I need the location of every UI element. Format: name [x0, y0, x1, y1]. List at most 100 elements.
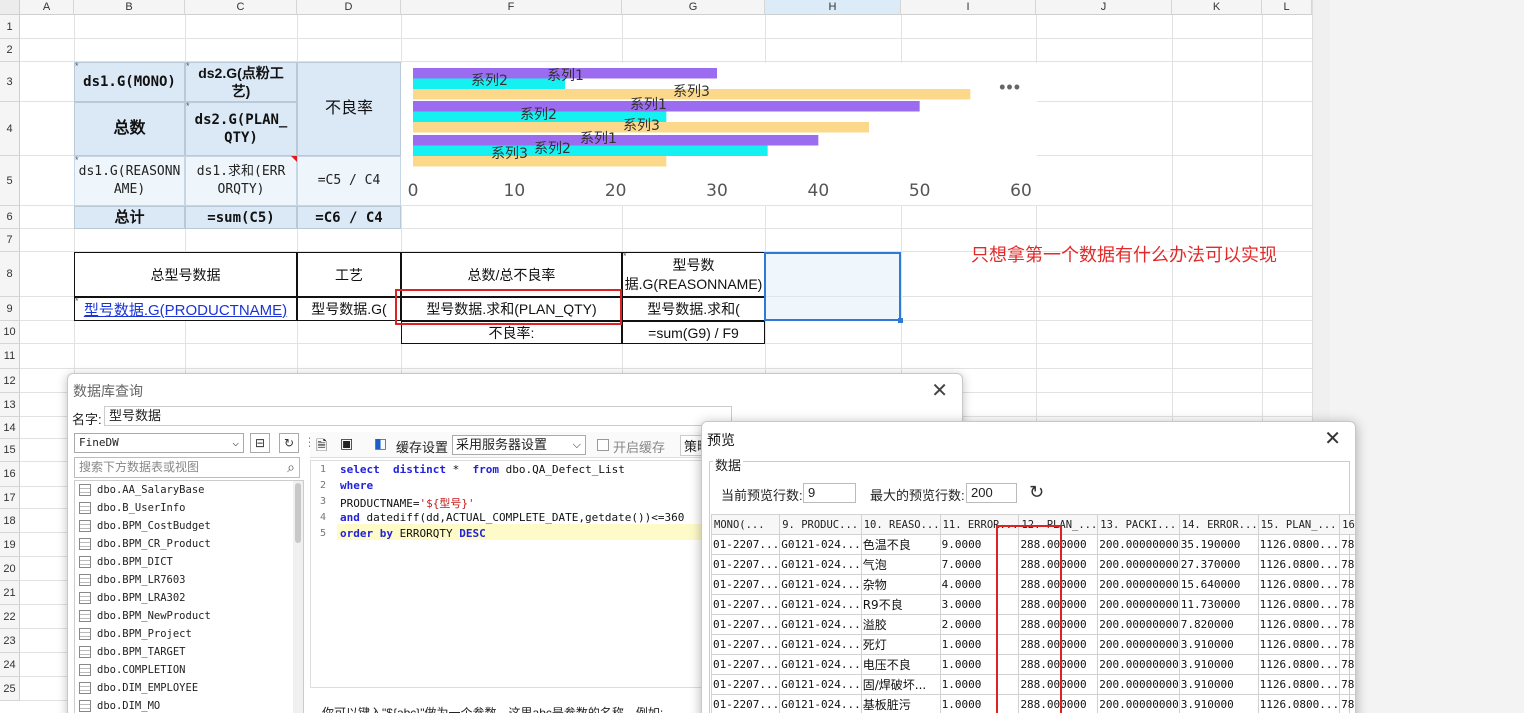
grid-column-header[interactable]: 13. PACKI...: [1097, 514, 1180, 535]
row-header[interactable]: 3: [0, 62, 20, 102]
preview-icon[interactable]: 🗎: [316, 435, 327, 459]
save-icon[interactable]: ▣: [340, 435, 353, 452]
grid-cell[interactable]: 200.00000000: [1097, 614, 1180, 635]
cell-d5[interactable]: =C5 / C4: [297, 156, 401, 206]
row-header[interactable]: 21: [0, 581, 20, 605]
grid-cell[interactable]: 782.0000: [1339, 554, 1355, 575]
row-header[interactable]: 13: [0, 393, 20, 417]
bar-系列3-2[interactable]: [413, 156, 667, 167]
grid-cell[interactable]: G0121-024...: [779, 574, 862, 595]
grid-cell[interactable]: 3.910000: [1178, 654, 1259, 675]
cache-setting-label[interactable]: 缓存设置: [396, 437, 448, 456]
grid-cell[interactable]: 01-2207...: [710, 614, 781, 635]
grid-cell[interactable]: 782.0000: [1339, 614, 1355, 635]
column-header[interactable]: D: [297, 0, 401, 15]
cell-c6[interactable]: =sum(C5): [185, 206, 297, 229]
grid-cell[interactable]: 782.0000: [1339, 594, 1355, 615]
grid-cell[interactable]: 01-2207...: [710, 574, 781, 595]
grid-cell[interactable]: 200.00000000: [1097, 534, 1180, 555]
cache-mode-select[interactable]: 采用服务器设置 ⌵: [452, 435, 586, 455]
column-header[interactable]: I: [901, 0, 1036, 15]
row-header[interactable]: 10: [0, 321, 20, 344]
grid-cell[interactable]: 782.0000: [1339, 534, 1355, 555]
grid-cell[interactable]: 01-2207...: [710, 634, 781, 655]
table-list-item[interactable]: dbo.BPM_CR_Product: [75, 535, 303, 553]
cell-d8[interactable]: 工艺: [297, 252, 401, 297]
grid-cell[interactable]: 01-2207...: [710, 654, 781, 675]
grid-cell[interactable]: 01-2207...: [710, 694, 781, 713]
grid-column-header[interactable]: 14. ERROR...: [1178, 514, 1259, 535]
refresh-icon[interactable]: ↻: [279, 433, 299, 453]
grid-cell[interactable]: 1126.0800...: [1257, 614, 1341, 635]
cell-b9-link[interactable]: 型号数据.G(PRODUCTNAME): [84, 299, 287, 320]
row-header[interactable]: 1: [0, 15, 20, 39]
table-list-item[interactable]: dbo.BPM_TARGET: [75, 643, 303, 661]
datasource-select[interactable]: FineDW ⌵: [74, 433, 244, 453]
grid-cell[interactable]: 1126.0800...: [1257, 674, 1341, 695]
grid-column-header[interactable]: 15. PLAN_...: [1257, 514, 1341, 535]
grid-cell[interactable]: 1126.0800...: [1257, 694, 1341, 713]
grid-cell[interactable]: 782.0000: [1339, 674, 1355, 695]
grid-cell[interactable]: G0121-024...: [779, 634, 862, 655]
row-header[interactable]: 25: [0, 677, 20, 701]
grid-cell[interactable]: 7.820000: [1178, 614, 1259, 635]
grid-cell[interactable]: 1126.0800...: [1257, 534, 1341, 555]
grid-cell[interactable]: 11.730000: [1178, 594, 1259, 615]
cell-c3[interactable]: ds2.G(点粉工艺): [185, 62, 297, 102]
grid-cell[interactable]: G0121-024...: [779, 594, 862, 615]
grid-cell[interactable]: 3.910000: [1178, 634, 1259, 655]
bar-系列2-2[interactable]: [413, 145, 768, 157]
row-header[interactable]: 23: [0, 629, 20, 653]
grid-cell[interactable]: 200.00000000: [1097, 654, 1180, 675]
row-header[interactable]: 6: [0, 206, 20, 229]
grid-cell[interactable]: 35.190000: [1178, 534, 1259, 555]
cell-b6[interactable]: 总计: [74, 206, 185, 229]
cache-icon[interactable]: ◧: [374, 435, 387, 452]
grid-cell[interactable]: G0121-024...: [779, 534, 862, 555]
close-icon[interactable]: ✕: [1324, 426, 1341, 451]
column-header[interactable]: J: [1036, 0, 1172, 15]
row-header[interactable]: 19: [0, 533, 20, 557]
grid-cell[interactable]: 1126.0800...: [1257, 634, 1341, 655]
table-list-item[interactable]: dbo.BPM_DICT: [75, 553, 303, 571]
grid-cell[interactable]: 01-2207...: [710, 534, 781, 555]
bar-chart[interactable]: 系列1 系列1 系列1 系列2 系列2 系列2 系列3 系列3 系列3 0 10 20 30 40 50 60…: [401, 63, 1037, 205]
cell-c4[interactable]: ds2.G(PLAN_QTY): [185, 102, 297, 156]
grid-cell[interactable]: 200.00000000: [1097, 694, 1180, 713]
row-header[interactable]: 12: [0, 369, 20, 393]
table-list[interactable]: dbo.AA_SalaryBase dbo.B_UserInfo dbo.BPM_C…: [74, 480, 304, 713]
grid-cell[interactable]: 01-2207...: [710, 594, 781, 615]
column-header[interactable]: K: [1172, 0, 1262, 15]
row-header[interactable]: 24: [0, 653, 20, 677]
column-header[interactable]: B: [74, 0, 185, 15]
grid-cell[interactable]: 杂物: [860, 574, 941, 595]
selected-cell-h8[interactable]: [764, 252, 903, 323]
grid-cell[interactable]: 气泡: [860, 554, 941, 575]
cell-d9[interactable]: 型号数据.G(: [297, 297, 401, 321]
table-list-item[interactable]: dbo.AA_SalaryBase: [75, 481, 303, 499]
row-header[interactable]: 11: [0, 344, 20, 369]
edit-datasource-icon[interactable]: ⊟: [250, 433, 270, 453]
sheet-corner[interactable]: [0, 0, 20, 15]
grid-cell[interactable]: 1126.0800...: [1257, 594, 1341, 615]
cell-b8[interactable]: 总型号数据: [74, 252, 297, 297]
cell-d6[interactable]: =C6 / C4: [297, 206, 401, 229]
grid-cell[interactable]: 色温不良: [860, 534, 941, 555]
grid-cell[interactable]: 200.00000000: [1097, 674, 1180, 695]
grid-cell[interactable]: G0121-024...: [779, 694, 862, 713]
column-header[interactable]: H: [765, 0, 901, 15]
grid-cell[interactable]: 27.370000: [1178, 554, 1259, 575]
cell-g10[interactable]: =sum(G9) / F9: [622, 321, 765, 344]
table-list-item[interactable]: dbo.BPM_LR7603: [75, 571, 303, 589]
table-search-input[interactable]: 搜索下方数据表或视图 ⌕: [74, 457, 300, 478]
grid-cell[interactable]: R9不良: [860, 594, 941, 615]
grid-cell[interactable]: G0121-024...: [779, 614, 862, 635]
row-header[interactable]: 2: [0, 39, 20, 62]
table-list-item[interactable]: dbo.DIM_MO: [75, 697, 303, 713]
name-input[interactable]: 型号数据: [104, 406, 732, 426]
grid-cell[interactable]: 溢胶: [860, 614, 941, 635]
current-rows-input[interactable]: 9: [803, 483, 856, 503]
preview-dialog[interactable]: 预览 ✕ 数据 当前预览行数: 9 最大的预览行数: 200 ↻ MONO(..…: [701, 421, 1356, 713]
table-list-item[interactable]: dbo.COMPLETION: [75, 661, 303, 679]
cell-g9[interactable]: 型号数据.求和(: [622, 297, 765, 321]
